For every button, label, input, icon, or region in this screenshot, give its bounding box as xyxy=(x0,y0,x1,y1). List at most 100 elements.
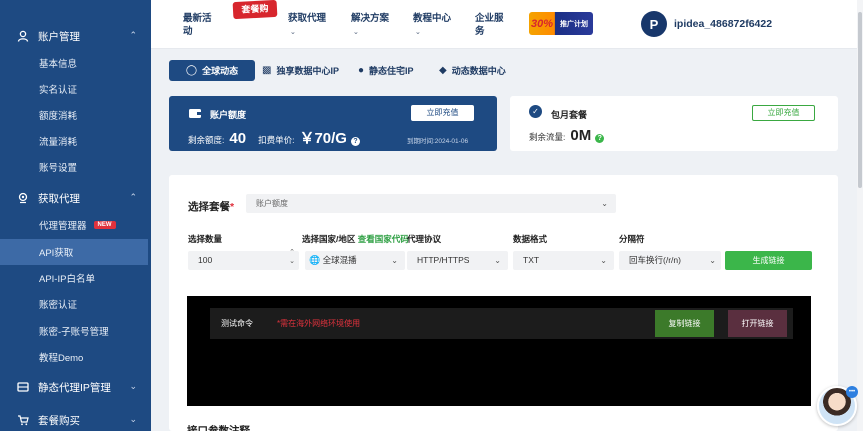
region-select-value: 全球混播 xyxy=(322,255,357,265)
separator-label: 分隔符 xyxy=(619,234,645,244)
monthly-plan-card: ✓ 包月套餐 立即充值 剩余流量: 0M ? xyxy=(510,96,838,151)
nav-solutions[interactable]: 解决方案 ⌄ xyxy=(351,12,389,39)
nav-label: 解决方案 xyxy=(351,13,390,24)
sidebar-item-account-settings[interactable]: 账号设置 xyxy=(0,154,148,180)
tab-static-residential[interactable]: ● 静态住宅IP xyxy=(358,60,414,81)
price-label: 扣费单价: xyxy=(258,135,295,145)
api-config-panel: 选择套餐* 账户额度 ⌄ 选择数量 选择国家/地区 查看国家代码 代理协议 数据… xyxy=(169,175,838,431)
quantity-label: 选择数量 xyxy=(188,234,223,244)
sidebar-item-basic-info[interactable]: 基本信息 xyxy=(0,50,148,76)
sidebar: 账户管理 ⌃ 基本信息 实名认证 额度消耗 流量消耗 账号设置 获取代理 ⌃ 代… xyxy=(0,0,151,431)
avatar[interactable]: P xyxy=(641,11,667,37)
nav-tutorials[interactable]: 教程中心 ⌄ xyxy=(413,12,451,39)
tab-label: 动态数据中心 xyxy=(451,66,506,76)
scrollbar-thumb[interactable] xyxy=(858,12,862,188)
params-section-title: 接口参数注释 xyxy=(187,425,250,431)
sidebar-group-label: 账户管理 xyxy=(38,30,80,43)
globe-icon: 🌐 xyxy=(309,255,321,265)
protocol-select[interactable]: HTTP/HTTPS ⌄ xyxy=(407,251,508,270)
sidebar-group-label: 获取代理 xyxy=(38,192,80,205)
promo-badge[interactable]: 套餐购 xyxy=(232,0,278,20)
sidebar-item-verification[interactable]: 实名认证 xyxy=(0,76,148,102)
tab-dedicated-datacenter[interactable]: ▩ 独享数据中心IP xyxy=(262,60,339,81)
globe-icon: ◯ xyxy=(185,65,198,76)
sidebar-item-quota-usage[interactable]: 额度消耗 xyxy=(0,102,148,128)
recharge-button[interactable]: 立即充值 xyxy=(411,105,474,121)
username[interactable]: ipidea_486872f6422 xyxy=(674,18,772,30)
nav-label: 教程中心 xyxy=(413,13,452,24)
check-circle-icon: ✓ xyxy=(529,105,542,118)
package-select-value: 账户额度 xyxy=(256,199,288,208)
test-command-console: 测试命令 *需在海外网络环境使用 复制链接 打开链接 xyxy=(187,296,811,406)
sidebar-item-credential-auth[interactable]: 账密认证 xyxy=(0,291,148,317)
generate-link-button[interactable]: 生成链接 xyxy=(725,251,812,270)
nav-label: 获取代理 xyxy=(288,13,327,24)
open-link-button[interactable]: 打开链接 xyxy=(728,310,787,337)
top-navbar: 最新活 动 套餐购 获取代理 ⌄ 解决方案 ⌄ 教程中心 ⌄ 企业服 务 30% 推广… xyxy=(151,0,863,49)
package-select[interactable]: 账户额度 ⌄ xyxy=(246,194,616,213)
price-value: ￥70/G xyxy=(299,130,347,147)
sidebar-group-account[interactable]: 账户管理 ⌃ xyxy=(0,23,151,49)
banner-text: 推广计划 xyxy=(560,20,588,28)
sidebar-group-static-proxy[interactable]: 静态代理IP管理 ⌄ xyxy=(0,374,151,400)
sidebar-item-proxy-manager[interactable]: 代理管理器 NEW xyxy=(0,212,148,238)
account-quota-card: 账户额度 立即充值 剩余额度: 40 扣费单价: ￥70/G ? 到期时间:20… xyxy=(169,96,497,151)
expiry-date: 到期时间:2024-01-06 xyxy=(407,138,469,145)
traffic-row: 剩余流量: 0M ? xyxy=(529,127,605,144)
recharge-button[interactable]: 立即充值 xyxy=(752,105,815,121)
quantity-stepper[interactable]: 100 ⌃ ⌄ xyxy=(188,248,299,270)
chevron-down-icon: ⌄ xyxy=(129,414,137,424)
sidebar-item-label: 代理管理器 xyxy=(39,221,87,232)
wallet-icon xyxy=(188,107,202,122)
nav-get-proxy[interactable]: 获取代理 ⌄ xyxy=(288,12,326,39)
chevron-down-icon: ⌄ xyxy=(601,199,608,208)
chevron-down-icon: ⌄ xyxy=(709,256,716,265)
sidebar-group-label: 套餐购买 xyxy=(38,414,80,427)
tab-label: 静态住宅IP xyxy=(369,66,414,76)
format-label: 数据格式 xyxy=(513,234,548,244)
stepper-arrows-icon[interactable]: ⌃ ⌄ xyxy=(289,248,295,266)
tab-label: 独享数据中心IP xyxy=(276,66,339,76)
chevron-down-icon: ⌄ xyxy=(290,29,296,36)
tab-global-dynamic[interactable]: ◯ 全球动态 xyxy=(169,60,255,81)
sidebar-item-traffic-usage[interactable]: 流量消耗 xyxy=(0,128,148,154)
help-icon[interactable]: ? xyxy=(595,134,605,143)
sidebar-item-api-fetch[interactable]: API获取 xyxy=(0,239,148,265)
banner-percent: 30% xyxy=(530,17,554,30)
format-select[interactable]: TXT ⌄ xyxy=(513,251,614,270)
help-icon[interactable]: ? xyxy=(350,137,360,146)
required-star: * xyxy=(230,201,235,213)
separator-select[interactable]: 回车换行(/r/n) ⌄ xyxy=(619,251,721,270)
format-select-value: TXT xyxy=(523,255,540,265)
region-label: 选择国家/地区 查看国家代码 xyxy=(302,233,409,245)
tab-dynamic-datacenter[interactable]: ◆ 动态数据中心 xyxy=(439,60,506,81)
country-code-link[interactable]: 查看国家代码 xyxy=(358,234,409,244)
protocol-label: 代理协议 xyxy=(407,234,442,244)
sidebar-item-api-whitelist[interactable]: API-IP白名单 xyxy=(0,265,148,291)
tab-label: 全球动态 xyxy=(202,66,239,76)
sidebar-item-sub-accounts[interactable]: 账密-子账号管理 xyxy=(0,318,148,344)
server-icon xyxy=(16,380,30,394)
chevron-down-icon: ⌄ xyxy=(353,29,359,36)
affiliate-banner[interactable]: 30% 推广计划 xyxy=(529,12,593,35)
location-pin-icon xyxy=(16,191,30,205)
remaining-value: 40 xyxy=(229,130,247,147)
page-scrollbar[interactable] xyxy=(857,0,863,431)
command-bar: 测试命令 *需在海外网络环境使用 复制链接 打开链接 xyxy=(210,308,793,339)
nav-enterprise[interactable]: 企业服 务 xyxy=(475,12,504,38)
sidebar-group-buy-package[interactable]: 套餐购买 ⌄ xyxy=(0,407,151,431)
layers-icon: ◆ xyxy=(439,65,447,76)
chevron-up-icon: ⌃ xyxy=(129,192,137,202)
region-label-text: 选择国家/地区 xyxy=(302,234,356,244)
chat-icon[interactable]: ••• xyxy=(846,386,858,398)
region-select[interactable]: 🌐 全球混播 ⌄ xyxy=(305,251,405,270)
nav-latest-events[interactable]: 最新活 动 xyxy=(183,12,212,38)
sidebar-group-label: 静态代理IP管理 xyxy=(38,381,111,394)
sidebar-item-tutorial-demo[interactable]: 教程Demo xyxy=(0,344,148,370)
command-label: 测试命令 xyxy=(221,319,253,328)
sidebar-group-get-proxy[interactable]: 获取代理 ⌃ xyxy=(0,185,151,211)
chevron-down-icon: ⌄ xyxy=(391,256,398,265)
package-label: 选择套餐* xyxy=(188,199,234,214)
protocol-select-value: HTTP/HTTPS xyxy=(417,255,470,265)
copy-link-button[interactable]: 复制链接 xyxy=(655,310,714,337)
